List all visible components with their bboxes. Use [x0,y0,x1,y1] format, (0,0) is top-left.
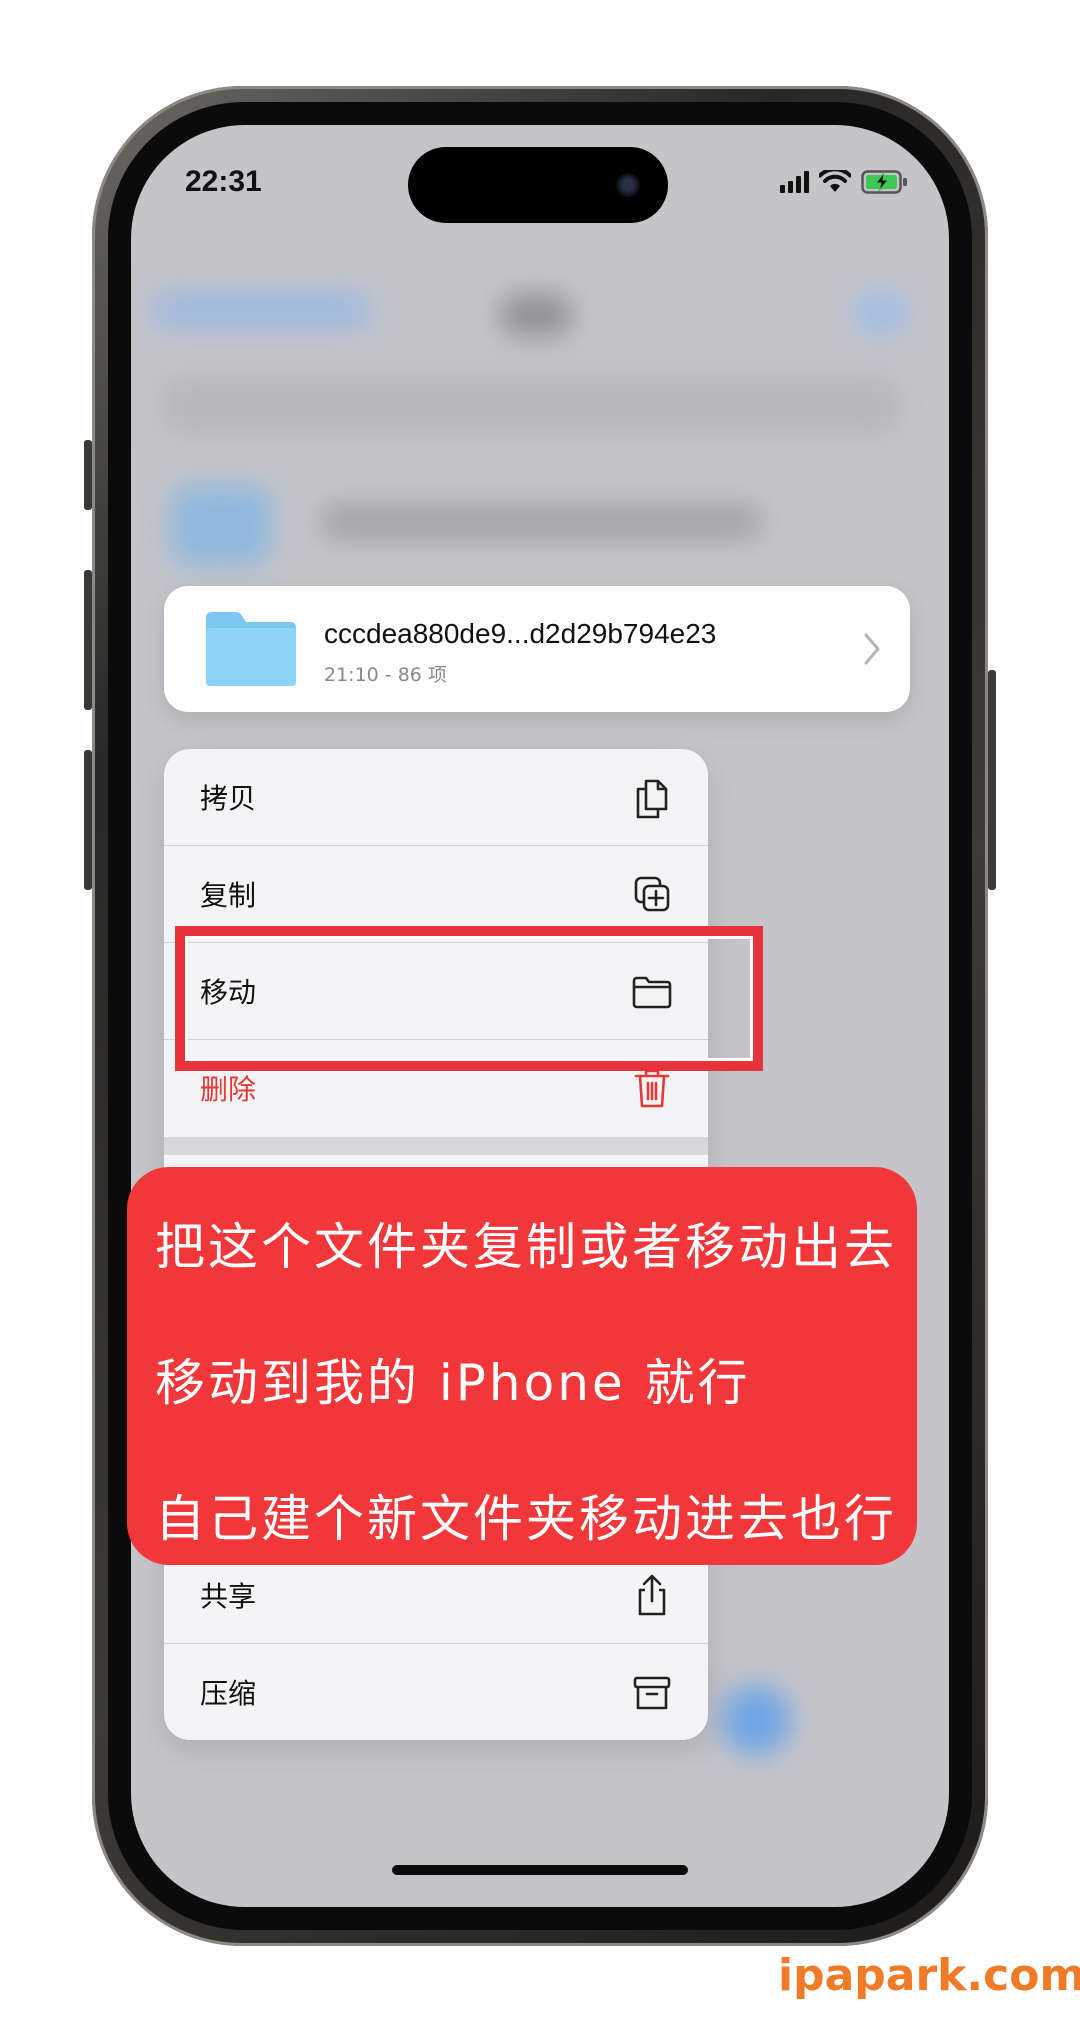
share-icon [638,1574,666,1616]
menu-item-label: 删除 [200,1073,257,1106]
blurred-search-bar [161,375,901,435]
chevron-right-icon [864,633,880,665]
menu-item-copy[interactable]: 拷贝 [164,749,708,845]
power-button [988,670,996,890]
battery-charging-icon [861,170,907,194]
blurred-nav-back [151,290,371,330]
action-button [84,440,92,510]
status-icons [780,169,909,195]
menu-item-label: 拷贝 [200,782,257,815]
volume-up-button [84,570,92,710]
menu-item-label: 共享 [200,1580,257,1613]
folder-meta: 21:10 - 86 项 [324,664,447,686]
volume-down-button [84,750,92,890]
menu-item-label: 压缩 [200,1677,257,1710]
dynamic-island [408,147,668,223]
home-indicator[interactable] [392,1865,688,1875]
caption-line-2: 移动到我的 iPhone 就行 [155,1354,751,1412]
menu-group-separator [164,1137,708,1155]
menu-item-compress[interactable]: 压缩 [164,1644,708,1740]
trash-icon [634,1069,670,1108]
blurred-row-icon [171,485,271,565]
instruction-caption: 把这个文件夹复制或者移动出去 移动到我的 iPhone 就行 自己建个新文件夹移… [127,1167,917,1565]
blurred-row-text [321,505,761,539]
front-camera [616,173,640,197]
menu-item-label: 复制 [200,879,257,912]
status-time: 22:31 [185,165,262,198]
signal-icon [780,171,809,193]
folder-icon [206,612,296,686]
caption-line-3: 自己建个新文件夹移动进去也行 [155,1490,897,1548]
copy-icon [636,779,668,819]
blurred-nav-title [501,295,571,335]
blurred-bottom-button [721,1685,791,1755]
caption-line-1: 把这个文件夹复制或者移动出去 [155,1218,897,1276]
folder-preview-card[interactable]: cccdea880de9...d2d29b794e23 21:10 - 86 项 [164,586,910,712]
status-bar: 22:31 [131,125,949,255]
watermark: ipapark.com [778,1950,1080,2001]
archive-icon [633,1676,671,1710]
duplicate-icon [634,876,670,912]
wifi-icon [819,170,851,192]
blurred-nav-action [851,290,911,336]
folder-name: cccdea880de9...d2d29b794e23 [324,618,717,649]
highlight-box-inner [185,936,753,1061]
